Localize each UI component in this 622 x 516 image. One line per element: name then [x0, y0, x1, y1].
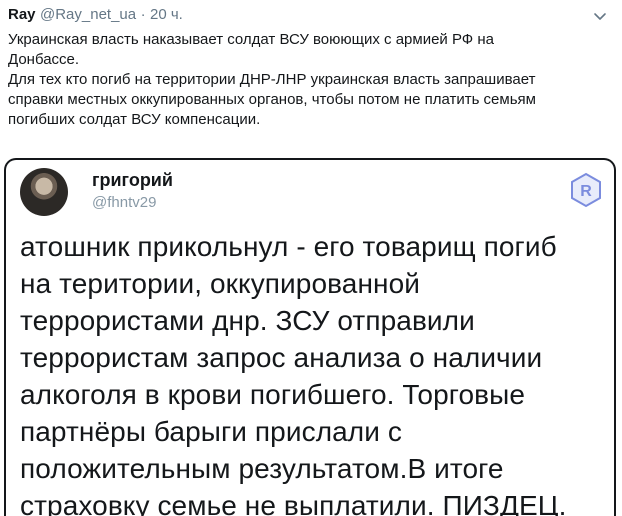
tweet-text: Украинская власть наказывает солдат ВСУ … — [8, 30, 598, 130]
author-handle[interactable]: @Ray_net_ua — [40, 6, 136, 23]
r-badge-icon: R — [568, 172, 604, 208]
chevron-down-icon[interactable] — [592, 8, 608, 24]
quoted-author-name: григорий — [92, 170, 173, 190]
tweet-text-line: справки местных оккупированных органов, … — [8, 91, 536, 108]
quoted-author-handle: @fhntv29 — [92, 194, 157, 211]
quoted-text-line: атошник прикольнул - его товарищ погиб — [20, 231, 557, 262]
separator: · — [140, 6, 146, 23]
tweet-text-line: Для тех кто погиб на территории ДНР-ЛНР … — [8, 71, 536, 88]
quoted-text-line: террористам запрос анализа о наличии — [20, 342, 543, 373]
tweet-text-line: Донбассе. — [8, 51, 80, 68]
quoted-text-line: террористами днр. ЗСУ отправили — [20, 305, 475, 336]
avatar[interactable] — [20, 168, 68, 216]
tweet-time[interactable]: 20 ч. — [150, 6, 183, 23]
author-name[interactable]: Ray — [8, 6, 36, 23]
quoted-text-line: положительным результатом.В итоге — [20, 453, 504, 484]
quoted-text-line: страховку семье не выплатили. ПИЗДЕЦ. — [20, 490, 567, 516]
quoted-text-line: на територии, оккупированной — [20, 268, 421, 299]
tweet-text-line: погибших солдат ВСУ компенсации. — [8, 111, 261, 128]
badge-letter: R — [580, 183, 592, 200]
tweet-text-line: Украинская власть наказывает солдат ВСУ … — [8, 31, 495, 48]
quoted-text-line: алкоголя в крови погибшего. Торговые — [20, 379, 526, 410]
quoted-text-line: партнёры барыги прислали с — [20, 416, 402, 447]
tweet-header: Ray @Ray_net_ua · 20 ч. — [8, 6, 614, 28]
quoted-tweet-image[interactable]: григорий @fhntv29 R атошник прикольнул -… — [4, 158, 616, 516]
quoted-text: атошник прикольнул - его товарищ погиб н… — [20, 228, 610, 516]
